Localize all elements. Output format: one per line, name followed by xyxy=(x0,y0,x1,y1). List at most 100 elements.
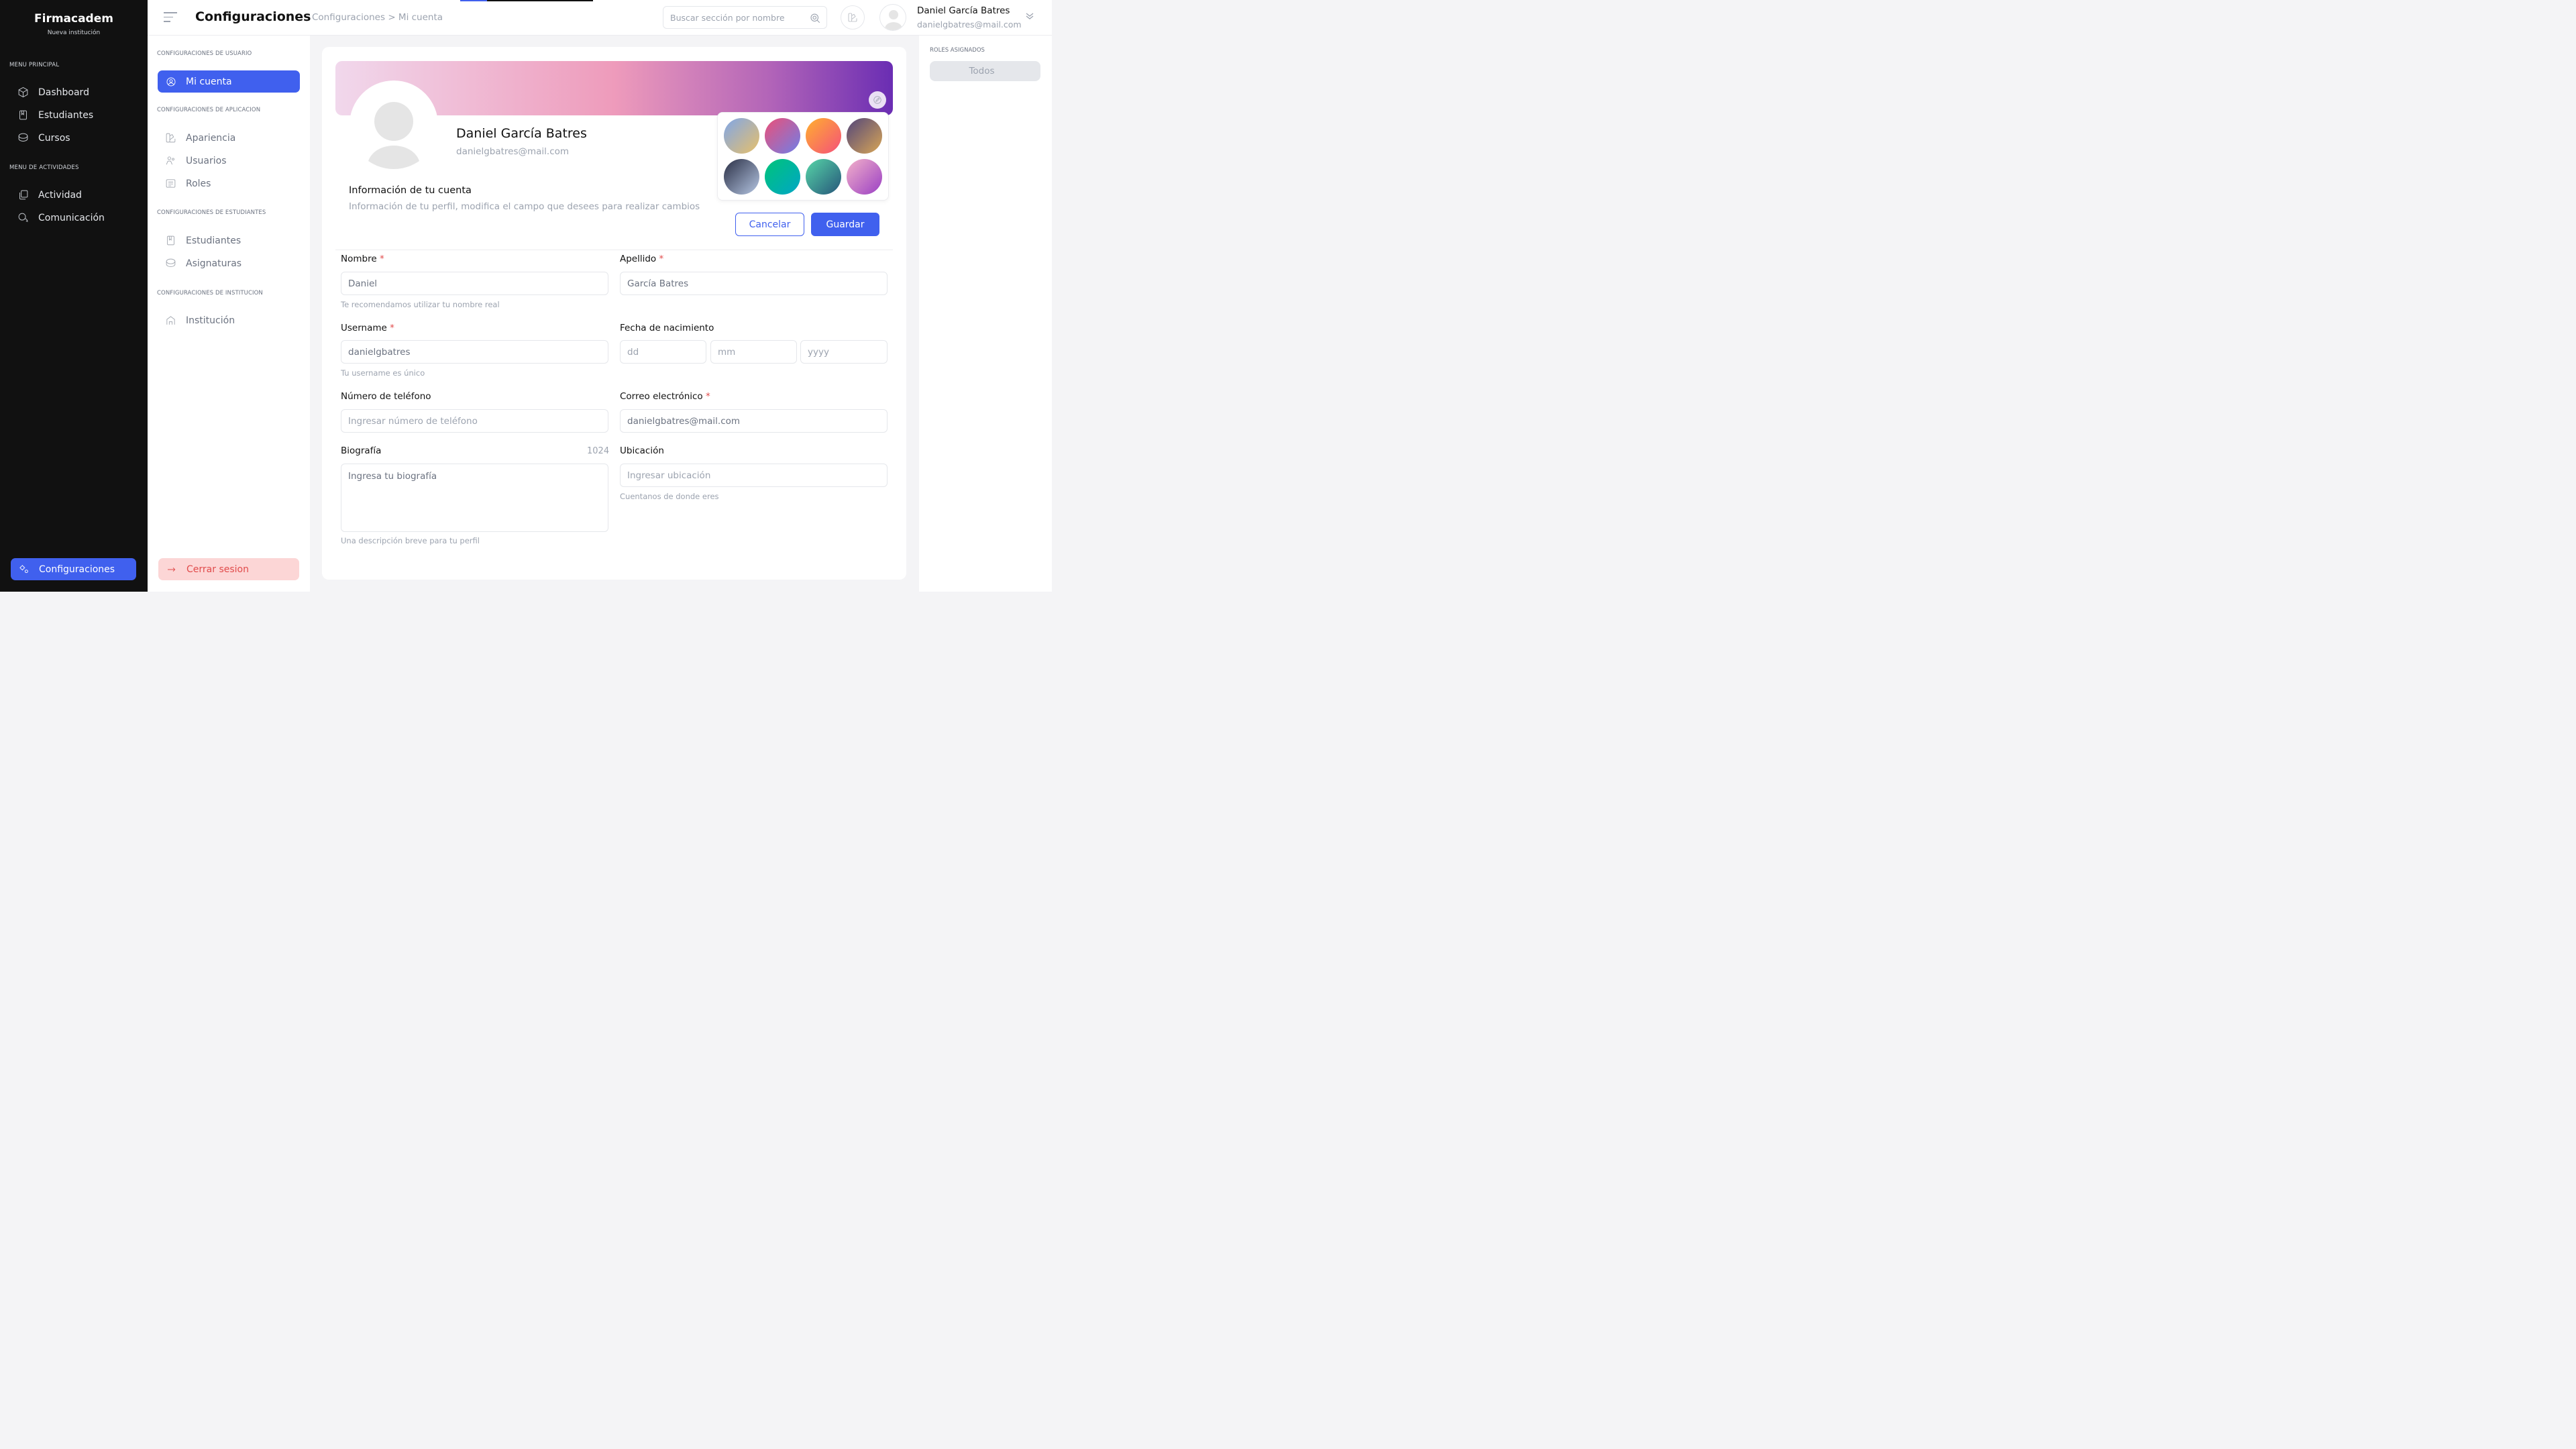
settings-item-label: Mi cuenta xyxy=(186,76,232,87)
menu-toggle-icon[interactable] xyxy=(164,12,178,24)
settings-section-institucion: CONFIGURACIONES DE INSTITUCION xyxy=(157,290,263,297)
bio-textarea[interactable] xyxy=(341,464,608,532)
profile-name: Daniel García Batres xyxy=(456,126,587,141)
color-swatch[interactable] xyxy=(847,118,882,154)
correo-input[interactable] xyxy=(620,409,888,433)
cube-icon xyxy=(18,87,28,98)
copy-icon xyxy=(19,190,28,200)
roles-select[interactable]: Todos xyxy=(930,61,1040,81)
settings-item-mi-cuenta[interactable]: Mi cuenta xyxy=(158,70,300,93)
apellido-input[interactable] xyxy=(620,272,888,295)
profile-email: danielgbatres@mail.com xyxy=(456,146,570,157)
settings-item-asignaturas[interactable]: Asignaturas xyxy=(165,258,241,269)
user-avatar[interactable] xyxy=(879,4,906,31)
profile-avatar[interactable] xyxy=(350,80,438,169)
fecha-label: Fecha de nacimiento xyxy=(620,323,714,333)
settings-item-label: Usuarios xyxy=(186,155,227,166)
loading-bar xyxy=(460,0,593,1)
edit-icon xyxy=(873,96,881,104)
settings-item-label: Estudiantes xyxy=(186,235,241,246)
banner-color-picker xyxy=(717,112,889,201)
sidebar-item-label: Estudiantes xyxy=(38,109,94,121)
chevron-down-icon[interactable] xyxy=(1025,12,1034,20)
roles-title: ROLES ASIGNADOS xyxy=(930,47,985,54)
sidebar-item-comunicacion[interactable]: Comunicación xyxy=(17,212,105,223)
search-icon[interactable] xyxy=(809,12,821,24)
sidebar-item-cursos[interactable]: Cursos xyxy=(17,132,70,144)
color-swatch[interactable] xyxy=(765,159,800,195)
appearance-button[interactable] xyxy=(841,5,865,30)
header-user-name: Daniel García Batres xyxy=(917,5,1010,16)
save-button[interactable]: Guardar xyxy=(811,213,879,236)
ubicacion-help: Cuentanos de donde eres xyxy=(620,492,719,501)
palette-icon xyxy=(166,133,176,143)
settings-section-estudiantes: CONFIGURACIONES DE ESTUDIANTES xyxy=(157,209,266,216)
settings-item-label: Roles xyxy=(186,178,211,189)
nombre-label: Nombre * xyxy=(341,254,384,264)
menu-actividades-title: MENU DE ACTIVIDADES xyxy=(9,164,79,171)
fecha-yyyy-input[interactable] xyxy=(800,340,888,364)
avatar-body xyxy=(368,146,420,169)
search-input[interactable] xyxy=(670,11,801,23)
settings-item-roles[interactable]: Roles xyxy=(165,178,211,189)
telefono-input[interactable] xyxy=(341,409,608,433)
settings-item-usuarios[interactable]: Usuarios xyxy=(165,155,227,166)
ubicacion-input[interactable] xyxy=(620,464,888,487)
bio-label: Biografía xyxy=(341,445,382,456)
nombre-input[interactable] xyxy=(341,272,608,295)
roles-panel: ROLES ASIGNADOS Todos xyxy=(919,36,1052,592)
sidebar-item-configuraciones[interactable]: Configuraciones xyxy=(11,558,136,580)
color-swatch[interactable] xyxy=(724,118,759,154)
users-icon xyxy=(166,156,174,165)
page-title: Configuraciones xyxy=(195,9,311,24)
color-swatch[interactable] xyxy=(806,159,841,195)
color-swatch[interactable] xyxy=(806,118,841,154)
sidebar-item-estudiantes[interactable]: Estudiantes xyxy=(17,109,93,121)
main-sidebar: Firmacadem Nueva institución MENU PRINCI… xyxy=(0,0,148,592)
book-icon xyxy=(19,110,27,120)
database-icon xyxy=(18,133,28,142)
brand-name: Firmacadem xyxy=(34,12,113,25)
bio-help: Una descripción breve para tu perfil xyxy=(341,536,480,545)
settings-section-usuario: CONFIGURACIONES DE USUARIO xyxy=(157,50,252,57)
sidebar-item-label: Dashboard xyxy=(38,87,89,98)
logout-button[interactable]: Cerrar sesion xyxy=(158,558,299,580)
settings-item-estudiantes[interactable]: Estudiantes xyxy=(165,235,241,246)
menu-principal-title: MENU PRINCIPAL xyxy=(9,62,60,68)
settings-nav: CONFIGURACIONES DE USUARIO Mi cuenta CON… xyxy=(148,36,310,592)
palette-icon xyxy=(848,13,857,22)
telefono-label: Número de teléfono xyxy=(341,391,431,402)
account-card: Daniel García Batres danielgbatres@mail.… xyxy=(322,47,906,580)
search-box xyxy=(663,6,827,29)
color-swatch[interactable] xyxy=(765,118,800,154)
brand: Firmacadem Nueva institución xyxy=(0,12,148,36)
settings-icon xyxy=(19,564,28,573)
sidebar-item-label: Actividad xyxy=(38,189,82,201)
home-icon xyxy=(166,316,175,325)
avatar-head xyxy=(374,102,413,141)
fecha-mm-input[interactable] xyxy=(710,340,797,364)
sidebar-item-label: Configuraciones xyxy=(39,564,115,575)
color-swatch[interactable] xyxy=(724,159,759,195)
top-header: Configuraciones Configuraciones > Mi cue… xyxy=(148,0,1052,36)
edit-banner-button[interactable] xyxy=(869,91,886,109)
list-icon xyxy=(166,179,176,188)
chat-icon xyxy=(18,213,28,222)
settings-item-institucion[interactable]: Institución xyxy=(165,315,235,326)
settings-section-aplicacion: CONFIGURACIONES DE APLICACION xyxy=(157,107,261,113)
sidebar-item-actividad[interactable]: Actividad xyxy=(17,189,82,201)
apellido-label: Apellido * xyxy=(620,254,664,264)
book-icon xyxy=(167,235,174,246)
settings-item-apariencia[interactable]: Apariencia xyxy=(165,132,235,144)
cancel-button[interactable]: Cancelar xyxy=(735,213,804,236)
sidebar-item-label: Comunicación xyxy=(38,212,105,223)
ubicacion-label: Ubicación xyxy=(620,445,664,456)
username-input[interactable] xyxy=(341,340,608,364)
settings-item-label: Asignaturas xyxy=(186,258,242,269)
brand-subtitle: Nueva institución xyxy=(47,30,101,36)
color-swatch[interactable] xyxy=(847,159,882,195)
breadcrumb: Configuraciones > Mi cuenta xyxy=(312,12,443,23)
sidebar-item-label: Cursos xyxy=(38,132,70,144)
sidebar-item-dashboard[interactable]: Dashboard xyxy=(17,87,89,98)
fecha-dd-input[interactable] xyxy=(620,340,706,364)
